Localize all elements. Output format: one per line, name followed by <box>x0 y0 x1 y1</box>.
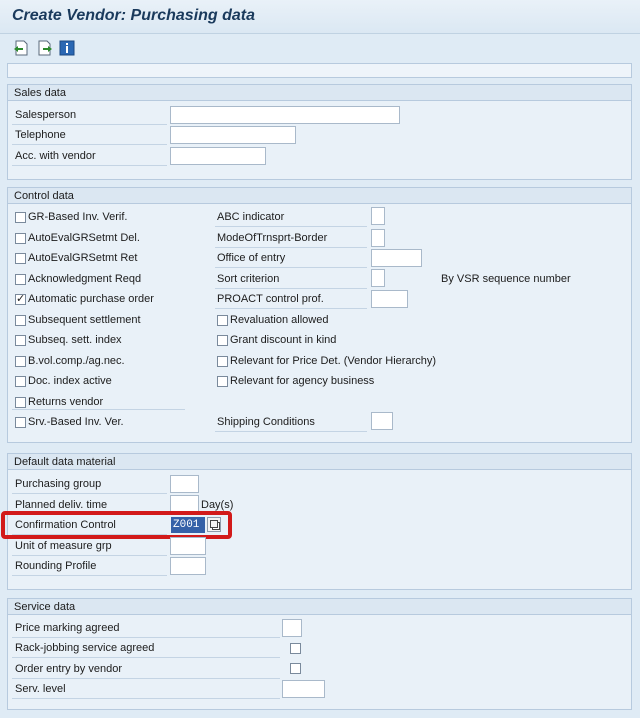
rounding-profile-input[interactable] <box>170 557 206 575</box>
sort-criterion-input[interactable] <box>371 269 385 287</box>
bvol-comp-checkbox[interactable] <box>15 356 26 367</box>
srv-based-inv-ver-checkbox[interactable] <box>15 417 26 428</box>
gr-based-inv-verif-label: GR-Based Inv. Verif. <box>28 211 128 223</box>
relevant-price-det-checkbox[interactable] <box>217 356 228 367</box>
returns-vendor-checkbox[interactable] <box>15 397 26 408</box>
office-of-entry-label: Office of entry <box>217 252 286 264</box>
subsequent-settlement-label: Subsequent settlement <box>28 314 141 326</box>
autoeval-ret-checkbox[interactable] <box>15 253 26 264</box>
next-screen-icon[interactable] <box>37 40 53 56</box>
previous-screen-icon[interactable] <box>13 40 29 56</box>
acknowledgment-reqd-label: Acknowledgment Reqd <box>28 273 142 285</box>
doc-index-active-label: Doc. index active <box>28 375 112 387</box>
sort-criterion-text: By VSR sequence number <box>441 273 571 285</box>
grant-discount-checkbox[interactable] <box>217 335 228 346</box>
service-data-header: Service data <box>8 599 631 615</box>
serv-level-input[interactable] <box>282 680 325 698</box>
automatic-purchase-order-label: Automatic purchase order <box>28 293 154 305</box>
unit-of-measure-grp-input[interactable] <box>170 537 206 555</box>
returns-vendor-label: Returns vendor <box>28 396 104 408</box>
shipping-conditions-input[interactable] <box>371 412 393 430</box>
relevant-price-det-label: Relevant for Price Det. (Vendor Hierarch… <box>230 355 437 367</box>
salesperson-input[interactable] <box>170 106 400 124</box>
proact-label: PROACT control prof. <box>217 293 324 305</box>
doc-index-active-checkbox[interactable] <box>15 376 26 387</box>
proact-input[interactable] <box>371 290 408 308</box>
subseq-sett-index-checkbox[interactable] <box>15 335 26 346</box>
telephone-label: Telephone <box>15 129 66 141</box>
acc-with-vendor-label: Acc. with vendor <box>15 150 96 162</box>
price-marking-label: Price marking agreed <box>15 622 120 634</box>
rack-jobbing-checkbox[interactable] <box>290 643 301 654</box>
header-strip <box>7 63 632 78</box>
sort-criterion-label: Sort criterion <box>217 273 280 285</box>
window-title: Create Vendor: Purchasing data <box>12 7 256 24</box>
serv-level-label: Serv. level <box>15 683 66 695</box>
confirmation-control-highlight <box>1 511 232 539</box>
office-of-entry-input[interactable] <box>371 249 422 267</box>
grant-discount-label: Grant discount in kind <box>230 334 337 346</box>
telephone-input[interactable] <box>170 126 296 144</box>
relevant-agency-label: Relevant for agency business <box>230 375 375 387</box>
bvol-comp-label: B.vol.comp./ag.nec. <box>28 355 125 367</box>
purchasing-group-label: Purchasing group <box>15 478 102 490</box>
order-entry-checkbox[interactable] <box>290 663 301 674</box>
mode-border-label: ModeOfTrnsprt-Border <box>217 232 328 244</box>
autoeval-del-checkbox[interactable] <box>15 233 26 244</box>
days-unit-label: Day(s) <box>201 499 234 511</box>
abc-indicator-input[interactable] <box>371 207 385 225</box>
salesperson-label: Salesperson <box>15 109 77 121</box>
relevant-agency-checkbox[interactable] <box>217 376 228 387</box>
automatic-purchase-order-checkbox[interactable] <box>15 292 26 305</box>
mode-border-input[interactable] <box>371 229 385 247</box>
purchasing-group-input[interactable] <box>170 475 199 493</box>
autoeval-del-label: AutoEvalGRSetmt Del. <box>28 232 140 244</box>
price-marking-input[interactable] <box>282 619 302 637</box>
subsequent-settlement-checkbox[interactable] <box>15 315 26 326</box>
autoeval-ret-label: AutoEvalGRSetmt Ret <box>28 252 138 264</box>
revaluation-allowed-label: Revaluation allowed <box>230 314 329 326</box>
control-data-header: Control data <box>8 188 631 204</box>
abc-indicator-label: ABC indicator <box>217 211 285 223</box>
acc-with-vendor-input[interactable] <box>170 147 266 165</box>
gr-based-inv-verif-checkbox[interactable] <box>15 212 26 223</box>
subseq-sett-index-label: Subseq. sett. index <box>28 334 122 346</box>
planned-deliv-time-label: Planned deliv. time <box>15 499 108 511</box>
shipping-conditions-label: Shipping Conditions <box>217 416 315 428</box>
revaluation-allowed-checkbox[interactable] <box>217 315 228 326</box>
unit-of-measure-grp-label: Unit of measure grp <box>15 540 112 552</box>
sales-data-header: Sales data <box>8 85 631 101</box>
title-bar: Create Vendor: Purchasing data <box>0 0 640 34</box>
order-entry-label: Order entry by vendor <box>15 663 122 675</box>
info-icon[interactable] <box>59 40 75 56</box>
rack-jobbing-label: Rack-jobbing service agreed <box>15 642 155 654</box>
default-data-material-header: Default data material <box>8 454 631 470</box>
application-toolbar <box>0 35 640 61</box>
srv-based-inv-ver-label: Srv.-Based Inv. Ver. <box>28 416 124 428</box>
acknowledgment-reqd-checkbox[interactable] <box>15 274 26 285</box>
rounding-profile-label: Rounding Profile <box>15 560 97 572</box>
